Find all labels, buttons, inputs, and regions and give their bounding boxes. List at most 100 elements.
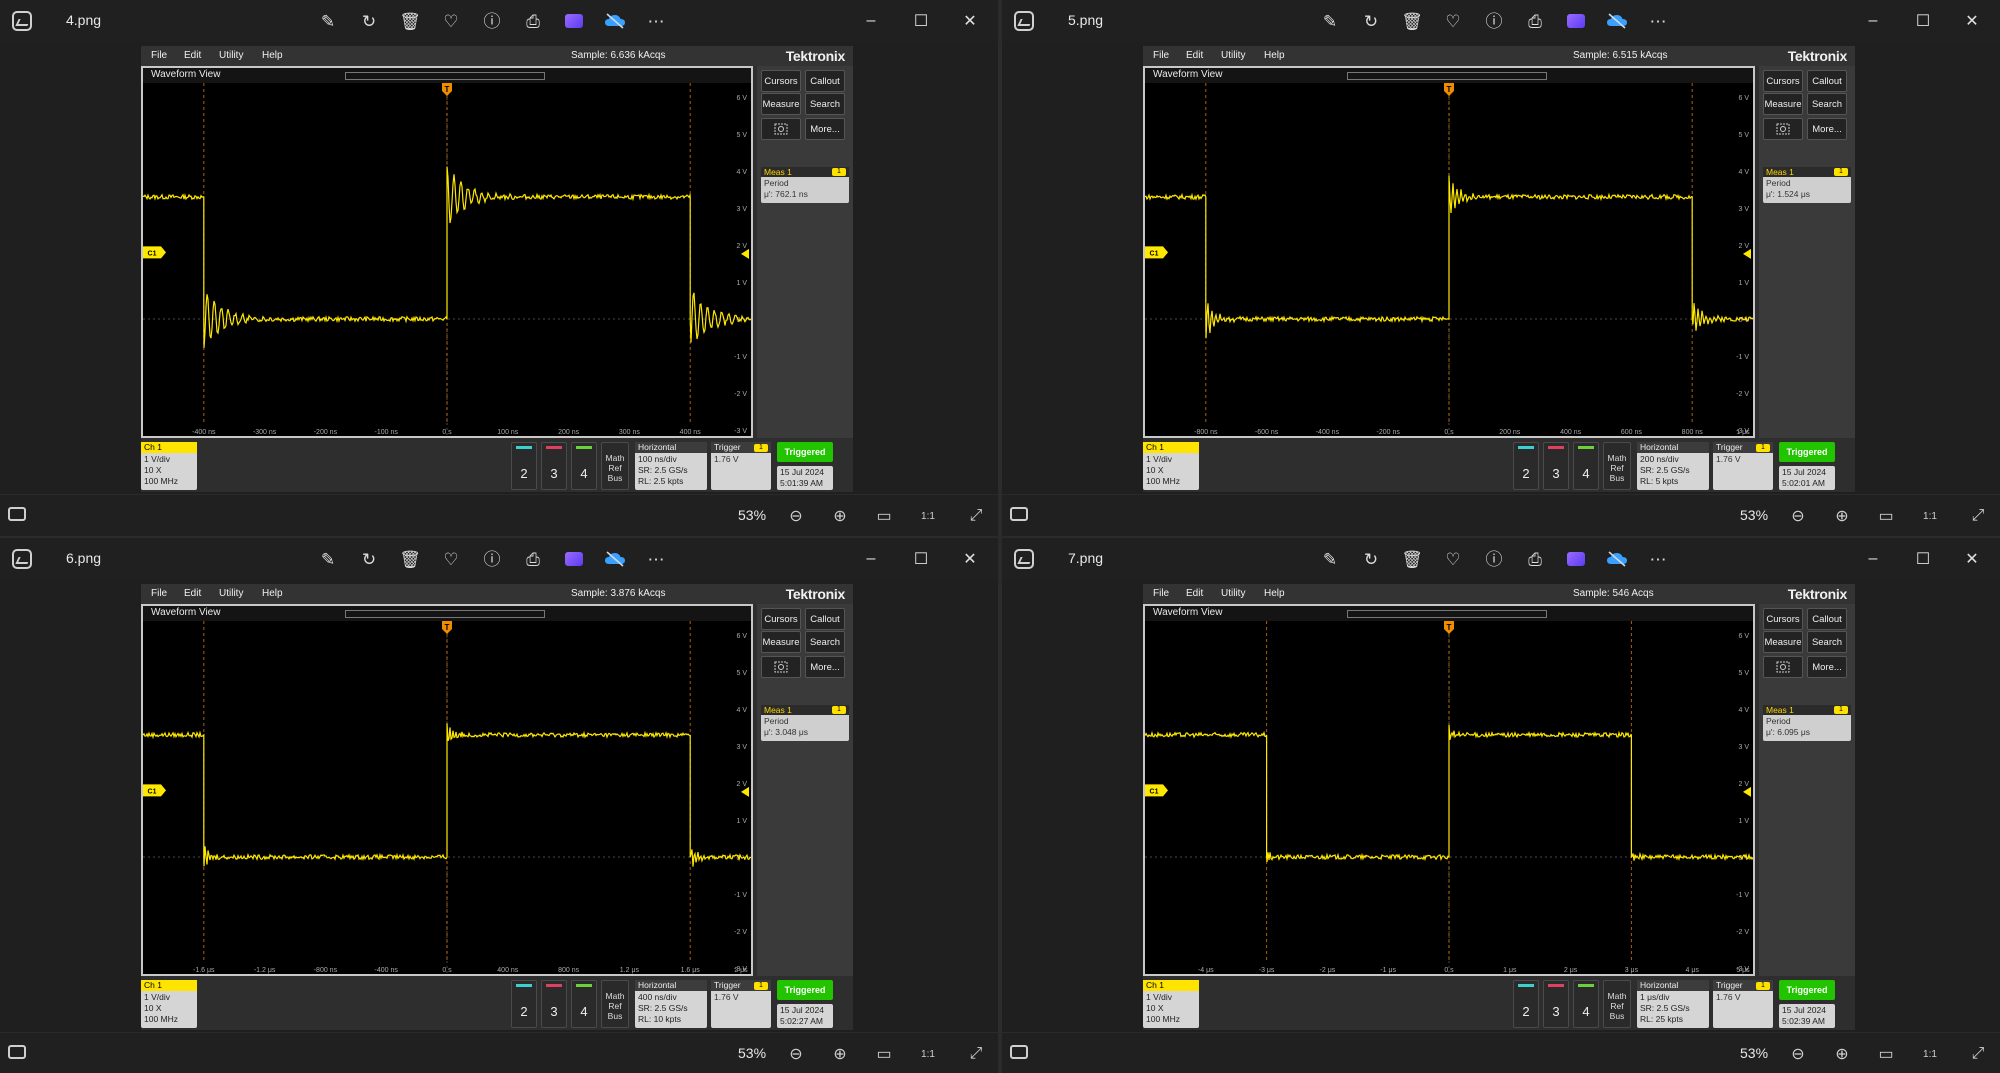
zoom-in-icon[interactable]: ⊕ [1830, 504, 1854, 528]
callout-button[interactable]: Callout [805, 70, 845, 92]
clipchamp-icon[interactable] [1567, 14, 1585, 28]
fit-to-window-icon[interactable]: ▭ [872, 1042, 896, 1066]
favorite-icon[interactable]: ♡ [1441, 8, 1465, 34]
edit-image-icon[interactable]: ✎ [1318, 546, 1342, 572]
zoom-in-icon[interactable]: ⊕ [828, 504, 852, 528]
search-button[interactable]: Search [1807, 631, 1847, 653]
maximize-button[interactable]: ☐ [906, 8, 936, 34]
photos-app-icon[interactable] [1014, 549, 1034, 569]
channel-3-button[interactable]: 3 [1543, 442, 1569, 490]
callout-button[interactable]: Callout [805, 608, 845, 630]
horizontal-badge[interactable]: Horizontal 1 μs/div SR: 2.5 GS/s RL: 25 kpt… [1637, 980, 1709, 1028]
measure-button[interactable]: Measure [1763, 93, 1803, 115]
more-icon[interactable]: ⋯ [644, 8, 668, 34]
channel-4-button[interactable]: 4 [571, 442, 597, 490]
measurement-badge[interactable]: Meas 1 1 Period μ': 1.524 μs [1763, 167, 1851, 203]
fit-to-window-icon[interactable]: ▭ [872, 504, 896, 528]
zoom-button[interactable] [761, 118, 801, 140]
print-icon[interactable]: ⎙ [521, 8, 545, 34]
zoom-button[interactable] [1763, 118, 1803, 140]
actual-size-icon[interactable]: 1:1 [1918, 504, 1942, 528]
edit-image-icon[interactable]: ✎ [1318, 8, 1342, 34]
rotate-icon[interactable]: ↻ [357, 546, 381, 572]
measure-button[interactable]: Measure [761, 93, 801, 115]
filmstrip-icon[interactable] [8, 1045, 26, 1059]
rotate-icon[interactable]: ↻ [357, 8, 381, 34]
callout-button[interactable]: Callout [1807, 608, 1847, 630]
more-icon[interactable]: ⋯ [1646, 546, 1670, 572]
zoom-button[interactable] [1763, 656, 1803, 678]
more-button[interactable]: More... [805, 656, 845, 678]
print-icon[interactable]: ⎙ [1523, 8, 1547, 34]
cursors-button[interactable]: Cursors [1763, 608, 1803, 630]
delete-icon[interactable]: 🗑 [1400, 8, 1424, 34]
fullscreen-icon[interactable]: ⤢ [964, 504, 988, 528]
math-ref-bus-button[interactable]: Math Ref Bus [1603, 442, 1631, 490]
channel-4-button[interactable]: 4 [1573, 442, 1599, 490]
horizontal-badge[interactable]: Horizontal 200 ns/div SR: 2.5 GS/s RL: 5 kp… [1637, 442, 1709, 490]
onedrive-icon[interactable] [1605, 546, 1629, 572]
filmstrip-icon[interactable] [8, 507, 26, 521]
channel-2-button[interactable]: 2 [511, 980, 537, 1028]
math-ref-bus-button[interactable]: Math Ref Bus [1603, 980, 1631, 1028]
cursors-button[interactable]: Cursors [761, 608, 801, 630]
channel-2-button[interactable]: 2 [511, 442, 537, 490]
trigger-badge[interactable]: Trigger 1 1.76 V [1713, 442, 1773, 490]
info-icon[interactable]: ⓘ [1482, 8, 1506, 34]
ch1-badge[interactable]: Ch 11 V/div 10 X 100 MHz [141, 442, 197, 490]
channel-2-button[interactable]: 2 [1513, 442, 1539, 490]
actual-size-icon[interactable]: 1:1 [1918, 1042, 1942, 1066]
ch1-badge[interactable]: Ch 11 V/div 10 X 100 MHz [1143, 442, 1199, 490]
onedrive-icon[interactable] [1605, 8, 1629, 34]
minimize-button[interactable]: – [856, 546, 886, 572]
more-button[interactable]: More... [1807, 656, 1847, 678]
more-button[interactable]: More... [805, 118, 845, 140]
channel-2-button[interactable]: 2 [1513, 980, 1539, 1028]
actual-size-icon[interactable]: 1:1 [916, 504, 940, 528]
more-button[interactable]: More... [1807, 118, 1847, 140]
zoom-out-icon[interactable]: ⊖ [1786, 1042, 1810, 1066]
search-button[interactable]: Search [1807, 93, 1847, 115]
print-icon[interactable]: ⎙ [1523, 546, 1547, 572]
fit-to-window-icon[interactable]: ▭ [1874, 504, 1898, 528]
minimize-button[interactable]: – [1858, 546, 1888, 572]
math-ref-bus-button[interactable]: Math Ref Bus [601, 442, 629, 490]
ch1-badge[interactable]: Ch 11 V/div 10 X 100 MHz [1143, 980, 1199, 1028]
close-button[interactable]: ✕ [1957, 546, 1987, 572]
delete-icon[interactable]: 🗑 [398, 8, 422, 34]
trigger-badge[interactable]: Trigger 1 1.76 V [1713, 980, 1773, 1028]
measurement-badge[interactable]: Meas 1 1 Period μ': 6.095 μs [1763, 705, 1851, 741]
close-button[interactable]: ✕ [955, 546, 985, 572]
minimize-button[interactable]: – [856, 8, 886, 34]
close-button[interactable]: ✕ [955, 8, 985, 34]
search-button[interactable]: Search [805, 631, 845, 653]
clipchamp-icon[interactable] [1567, 552, 1585, 566]
fit-to-window-icon[interactable]: ▭ [1874, 1042, 1898, 1066]
measurement-badge[interactable]: Meas 1 1 Period μ': 762.1 ns [761, 167, 849, 203]
zoom-in-icon[interactable]: ⊕ [828, 1042, 852, 1066]
maximize-button[interactable]: ☐ [1908, 8, 1938, 34]
favorite-icon[interactable]: ♡ [439, 546, 463, 572]
more-icon[interactable]: ⋯ [1646, 8, 1670, 34]
measurement-badge[interactable]: Meas 1 1 Period μ': 3.048 μs [761, 705, 849, 741]
horizontal-badge[interactable]: Horizontal 100 ns/div SR: 2.5 GS/s RL: 2.5 … [635, 442, 707, 490]
filmstrip-icon[interactable] [1010, 1045, 1028, 1059]
clipchamp-icon[interactable] [565, 552, 583, 566]
zoom-button[interactable] [761, 656, 801, 678]
ch1-badge[interactable]: Ch 11 V/div 10 X 100 MHz [141, 980, 197, 1028]
cursors-button[interactable]: Cursors [761, 70, 801, 92]
math-ref-bus-button[interactable]: Math Ref Bus [601, 980, 629, 1028]
info-icon[interactable]: ⓘ [480, 546, 504, 572]
maximize-button[interactable]: ☐ [1908, 546, 1938, 572]
more-icon[interactable]: ⋯ [644, 546, 668, 572]
zoom-out-icon[interactable]: ⊖ [784, 1042, 808, 1066]
channel-3-button[interactable]: 3 [541, 442, 567, 490]
trigger-badge[interactable]: Trigger 1 1.76 V [711, 980, 771, 1028]
photos-app-icon[interactable] [12, 549, 32, 569]
fullscreen-icon[interactable]: ⤢ [1966, 504, 1990, 528]
print-icon[interactable]: ⎙ [521, 546, 545, 572]
channel-4-button[interactable]: 4 [1573, 980, 1599, 1028]
favorite-icon[interactable]: ♡ [439, 8, 463, 34]
filmstrip-icon[interactable] [1010, 507, 1028, 521]
photos-app-icon[interactable] [12, 11, 32, 31]
